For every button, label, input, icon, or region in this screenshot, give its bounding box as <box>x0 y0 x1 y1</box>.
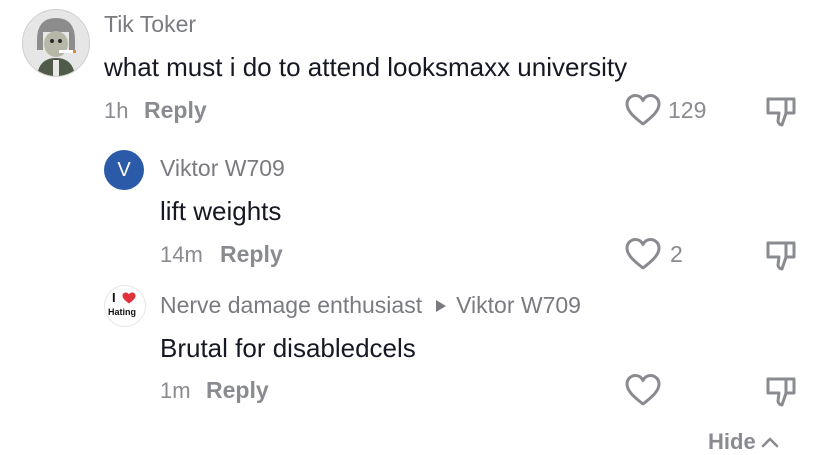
caret-right-icon <box>436 299 447 312</box>
reply-text: Brutal for disabledcels <box>160 333 416 363</box>
avatar-text-top: I <box>112 290 116 305</box>
comment-text: what must i do to attend looksmaxx unive… <box>104 52 628 82</box>
reply-button[interactable]: Reply <box>144 97 207 124</box>
reply-time: 14m <box>160 242 203 267</box>
reply-text: lift weights <box>160 196 282 226</box>
chevron-up-icon <box>761 437 778 448</box>
heart-icon <box>122 292 136 304</box>
comment-username[interactable]: Tik Toker <box>104 11 196 38</box>
reply-time: 1m <box>160 378 191 403</box>
avatar[interactable]: V <box>104 150 144 190</box>
hide-label: Hide <box>708 429 756 454</box>
reply-username[interactable]: Viktor W709 <box>160 155 285 182</box>
reply-username[interactable]: Nerve damage enthusiast <box>160 292 422 319</box>
reply-button[interactable]: Reply <box>220 241 283 268</box>
reply-to-username[interactable]: Viktor W709 <box>456 292 581 319</box>
comment-time: 1h <box>104 98 129 123</box>
dislike-icon[interactable] <box>764 239 798 273</box>
avatar-letter: V <box>117 159 131 181</box>
dislike-icon[interactable] <box>764 375 798 409</box>
i-heart-hating-icon: I Hating <box>105 286 145 326</box>
heart-icon[interactable] <box>624 373 662 407</box>
hide-replies-button[interactable]: Hide <box>708 429 780 455</box>
reply-button[interactable]: Reply <box>206 377 269 404</box>
cartoon-avatar-icon <box>23 10 89 76</box>
reply-username-row: Nerve damage enthusiast Viktor W709 <box>160 292 581 319</box>
avatar-text-bottom: Hating <box>108 307 136 317</box>
like-count: 2 <box>670 241 683 267</box>
heart-icon[interactable] <box>624 93 662 127</box>
avatar[interactable] <box>22 9 90 77</box>
dislike-icon[interactable] <box>764 95 798 129</box>
like-count: 129 <box>668 97 707 123</box>
avatar[interactable]: I Hating <box>104 285 146 327</box>
heart-icon[interactable] <box>624 237 662 271</box>
